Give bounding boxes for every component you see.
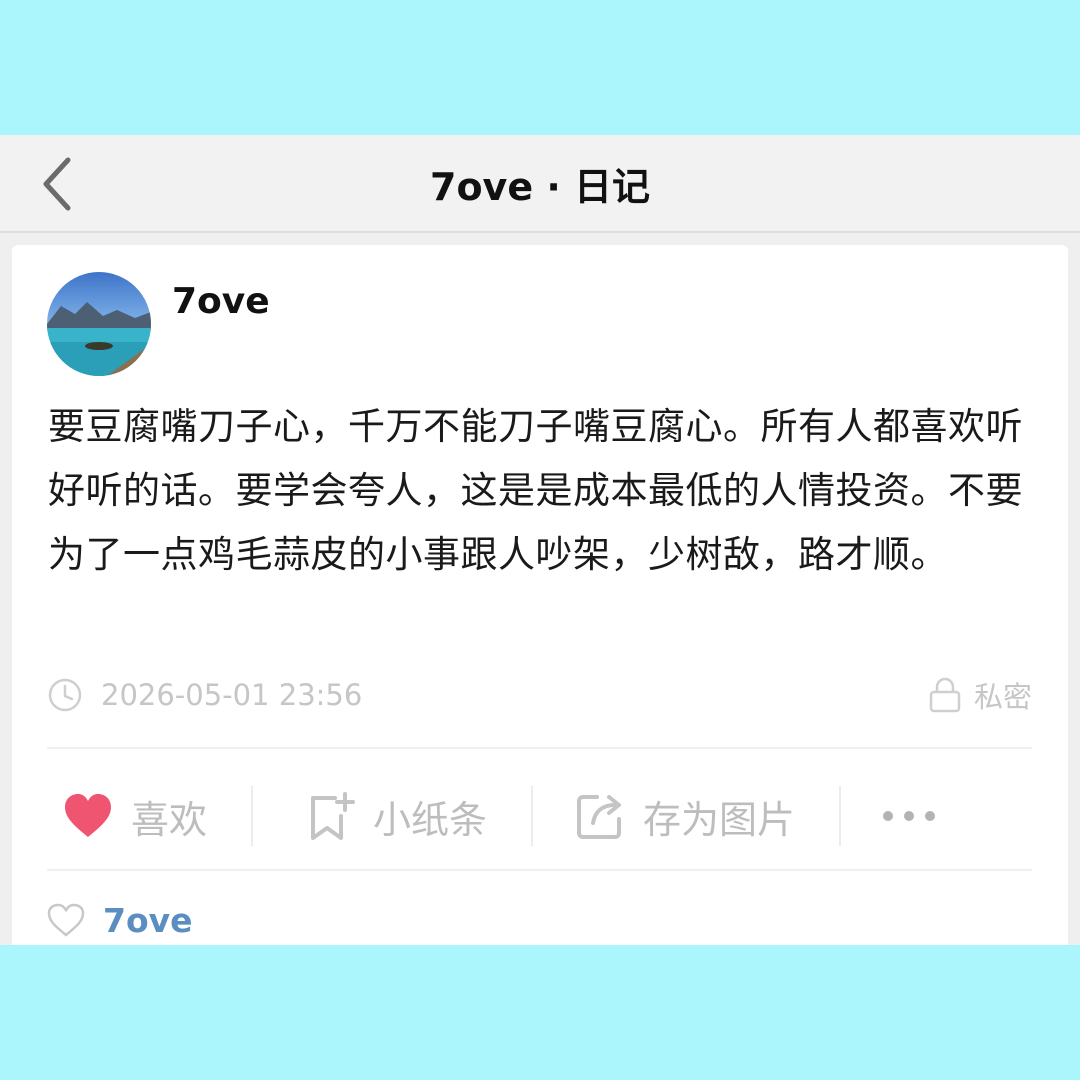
heart-icon: [65, 794, 111, 837]
navigation-bar: 7ove · 日记: [0, 135, 1080, 233]
action-bar: 喜欢 小纸条 存为图片: [47, 773, 1032, 859]
post-body-text: 要豆腐嘴刀子心，千万不能刀子嘴豆腐心。所有人都喜欢听好听的话。要学会夸人，这是是…: [48, 405, 1023, 576]
action-separator: [839, 786, 842, 846]
action-separator: [531, 786, 534, 846]
action-separator: [251, 786, 254, 846]
diary-post-card: 7ove 要豆腐嘴刀子心，千万不能刀子嘴豆腐心。所有人都喜欢听好听的话。要学会夸…: [12, 245, 1068, 945]
divider: [47, 869, 1032, 871]
bookmark-plus-icon: [311, 792, 356, 840]
app-frame: 7ove · 日记 7ove 要豆腐嘴刀子心，千万不能刀子嘴豆腐心。所有人都喜欢…: [0, 135, 1080, 945]
author-name[interactable]: 7ove: [172, 281, 270, 322]
likes-row: 7ove: [47, 890, 193, 945]
avatar-landscape-image: [47, 272, 151, 376]
note-label: 小纸条: [373, 797, 488, 842]
page-title: 7ove · 日记: [430, 164, 650, 209]
avatar[interactable]: [47, 272, 151, 376]
like-button[interactable]: 喜欢: [63, 773, 207, 859]
more-button[interactable]: [881, 773, 937, 859]
divider: [47, 747, 1032, 749]
note-button[interactable]: 小纸条: [307, 773, 487, 859]
heart-outline-icon: [47, 903, 85, 937]
share-icon: [577, 795, 622, 839]
post-timestamp: 2026-05-01 23:56: [101, 678, 363, 712]
privacy-indicator: 私密: [928, 674, 1032, 716]
save-image-button[interactable]: 存为图片: [575, 773, 795, 859]
lock-icon: [929, 677, 961, 713]
save-image-label: 存为图片: [643, 797, 796, 842]
like-label: 喜欢: [131, 797, 208, 842]
more-icon: [883, 811, 936, 821]
liker-name[interactable]: 7ove: [103, 901, 193, 940]
privacy-label: 私密: [973, 680, 1032, 714]
post-meta-row: 2026-05-01 23:56 私密: [47, 673, 1032, 717]
clock-icon: [48, 678, 82, 712]
